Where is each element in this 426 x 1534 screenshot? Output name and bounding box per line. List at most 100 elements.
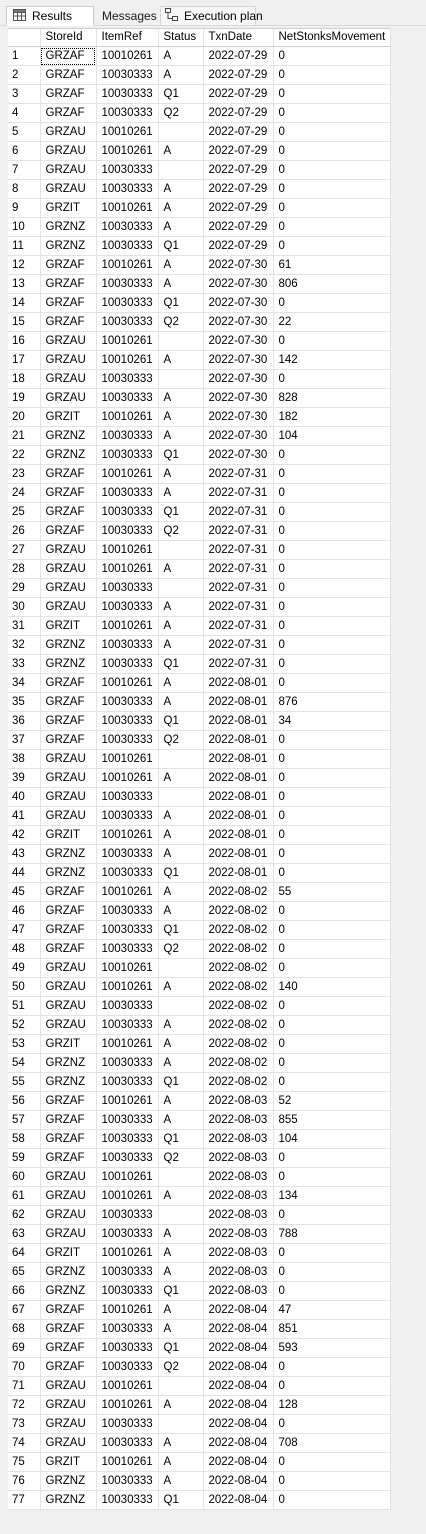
row-number[interactable]: 70 <box>8 1357 41 1377</box>
cell-status[interactable]: A <box>158 46 204 66</box>
row-number[interactable]: 10 <box>8 217 41 237</box>
cell-netstonksmovement[interactable]: 0 <box>273 1053 391 1073</box>
row-number[interactable]: 58 <box>8 1129 41 1149</box>
row-number[interactable]: 49 <box>8 958 41 978</box>
cell-txndate[interactable]: 2022-07-29 <box>203 179 274 199</box>
table-row[interactable]: 39 GRZAU 10010261 A 2022-08-01 0 <box>8 768 391 788</box>
cell-txndate[interactable]: 2022-08-04 <box>203 1452 274 1472</box>
cell-storeid[interactable]: GRZAF <box>40 939 97 959</box>
table-row[interactable]: 74 GRZAU 10030333 A 2022-08-04 708 <box>8 1433 391 1453</box>
cell-storeid[interactable]: GRZAF <box>40 1110 97 1130</box>
cell-txndate[interactable]: 2022-08-01 <box>203 730 274 750</box>
cell-status[interactable]: A <box>158 806 204 826</box>
cell-status[interactable]: A <box>158 179 204 199</box>
cell-itemref[interactable]: 10030333 <box>96 1110 159 1130</box>
cell-status[interactable]: A <box>158 1433 204 1453</box>
cell-status[interactable]: A <box>158 483 204 503</box>
cell-status[interactable] <box>158 787 204 807</box>
cell-status[interactable]: A <box>158 768 204 788</box>
cell-status[interactable]: A <box>158 692 204 712</box>
cell-status[interactable]: A <box>158 1262 204 1282</box>
cell-txndate[interactable]: 2022-08-03 <box>203 1281 274 1301</box>
cell-txndate[interactable]: 2022-08-04 <box>203 1338 274 1358</box>
cell-itemref[interactable]: 10030333 <box>96 901 159 921</box>
cell-status[interactable]: A <box>158 882 204 902</box>
row-number[interactable]: 30 <box>8 597 41 617</box>
cell-txndate[interactable]: 2022-08-02 <box>203 1072 274 1092</box>
table-row[interactable]: 8 GRZAU 10030333 A 2022-07-29 0 <box>8 179 391 199</box>
cell-itemref[interactable]: 10010261 <box>96 350 159 370</box>
cell-storeid[interactable]: GRZAF <box>40 1357 97 1377</box>
cell-txndate[interactable]: 2022-08-03 <box>203 1205 274 1225</box>
table-row[interactable]: 57 GRZAF 10030333 A 2022-08-03 855 <box>8 1110 391 1130</box>
cell-storeid[interactable]: GRZNZ <box>40 217 97 237</box>
cell-storeid[interactable]: GRZIT <box>40 1243 97 1263</box>
table-row[interactable]: 17 GRZAU 10010261 A 2022-07-30 142 <box>8 350 391 370</box>
cell-status[interactable]: Q1 <box>158 502 204 522</box>
cell-status[interactable]: A <box>158 1452 204 1472</box>
row-number[interactable]: 20 <box>8 407 41 427</box>
cell-netstonksmovement[interactable]: 851 <box>273 1319 391 1339</box>
cell-itemref[interactable]: 10010261 <box>96 141 159 161</box>
cell-netstonksmovement[interactable]: 104 <box>273 1129 391 1149</box>
row-number[interactable]: 61 <box>8 1186 41 1206</box>
column-header-storeid[interactable]: StoreId <box>40 29 97 47</box>
cell-txndate[interactable]: 2022-07-31 <box>203 502 274 522</box>
row-number-header[interactable] <box>8 29 41 47</box>
cell-txndate[interactable]: 2022-07-31 <box>203 597 274 617</box>
cell-txndate[interactable]: 2022-08-02 <box>203 1053 274 1073</box>
cell-itemref[interactable]: 10030333 <box>96 483 159 503</box>
cell-itemref[interactable]: 10030333 <box>96 1433 159 1453</box>
cell-storeid[interactable]: GRZAU <box>40 1205 97 1225</box>
cell-netstonksmovement[interactable]: 128 <box>273 1395 391 1415</box>
cell-txndate[interactable]: 2022-08-04 <box>203 1395 274 1415</box>
cell-txndate[interactable]: 2022-07-30 <box>203 293 274 313</box>
row-number[interactable]: 39 <box>8 768 41 788</box>
cell-status[interactable]: Q1 <box>158 293 204 313</box>
cell-storeid[interactable]: GRZAF <box>40 1091 97 1111</box>
cell-status[interactable] <box>158 540 204 560</box>
row-number[interactable]: 75 <box>8 1452 41 1472</box>
cell-netstonksmovement[interactable]: 0 <box>273 1167 391 1187</box>
cell-txndate[interactable]: 2022-08-01 <box>203 768 274 788</box>
cell-storeid[interactable]: GRZAU <box>40 1414 97 1434</box>
table-row[interactable]: 49 GRZAU 10010261 2022-08-02 0 <box>8 958 391 978</box>
cell-txndate[interactable]: 2022-08-02 <box>203 1034 274 1054</box>
cell-status[interactable]: A <box>158 1243 204 1263</box>
row-number[interactable]: 14 <box>8 293 41 313</box>
cell-txndate[interactable]: 2022-08-02 <box>203 920 274 940</box>
cell-itemref[interactable]: 10030333 <box>96 369 159 389</box>
row-number[interactable]: 36 <box>8 711 41 731</box>
row-number[interactable]: 40 <box>8 787 41 807</box>
cell-netstonksmovement[interactable]: 0 <box>273 863 391 883</box>
cell-status[interactable]: A <box>158 1319 204 1339</box>
row-number[interactable]: 41 <box>8 806 41 826</box>
cell-storeid[interactable]: GRZIT <box>40 616 97 636</box>
cell-status[interactable]: A <box>158 1471 204 1491</box>
cell-storeid[interactable]: GRZAU <box>40 1186 97 1206</box>
cell-txndate[interactable]: 2022-07-29 <box>203 198 274 218</box>
cell-itemref[interactable]: 10030333 <box>96 160 159 180</box>
cell-netstonksmovement[interactable]: 104 <box>273 426 391 446</box>
cell-netstonksmovement[interactable]: 0 <box>273 464 391 484</box>
cell-status[interactable]: Q2 <box>158 1357 204 1377</box>
column-header-txndate[interactable]: TxnDate <box>203 29 274 47</box>
cell-txndate[interactable]: 2022-08-02 <box>203 1015 274 1035</box>
cell-itemref[interactable]: 10030333 <box>96 1319 159 1339</box>
row-number[interactable]: 56 <box>8 1091 41 1111</box>
cell-txndate[interactable]: 2022-07-31 <box>203 616 274 636</box>
cell-itemref[interactable]: 10010261 <box>96 1186 159 1206</box>
cell-itemref[interactable]: 10010261 <box>96 407 159 427</box>
table-row[interactable]: 26 GRZAF 10030333 Q2 2022-07-31 0 <box>8 521 391 541</box>
cell-status[interactable]: Q2 <box>158 1148 204 1168</box>
row-number[interactable]: 69 <box>8 1338 41 1358</box>
cell-netstonksmovement[interactable]: 876 <box>273 692 391 712</box>
cell-txndate[interactable]: 2022-07-29 <box>203 84 274 104</box>
table-row[interactable]: 55 GRZNZ 10030333 Q1 2022-08-02 0 <box>8 1072 391 1092</box>
cell-itemref[interactable]: 10030333 <box>96 996 159 1016</box>
cell-storeid[interactable]: GRZNZ <box>40 1490 97 1510</box>
cell-txndate[interactable]: 2022-08-04 <box>203 1300 274 1320</box>
cell-status[interactable] <box>158 749 204 769</box>
cell-netstonksmovement[interactable]: 0 <box>273 141 391 161</box>
cell-status[interactable] <box>158 1376 204 1396</box>
